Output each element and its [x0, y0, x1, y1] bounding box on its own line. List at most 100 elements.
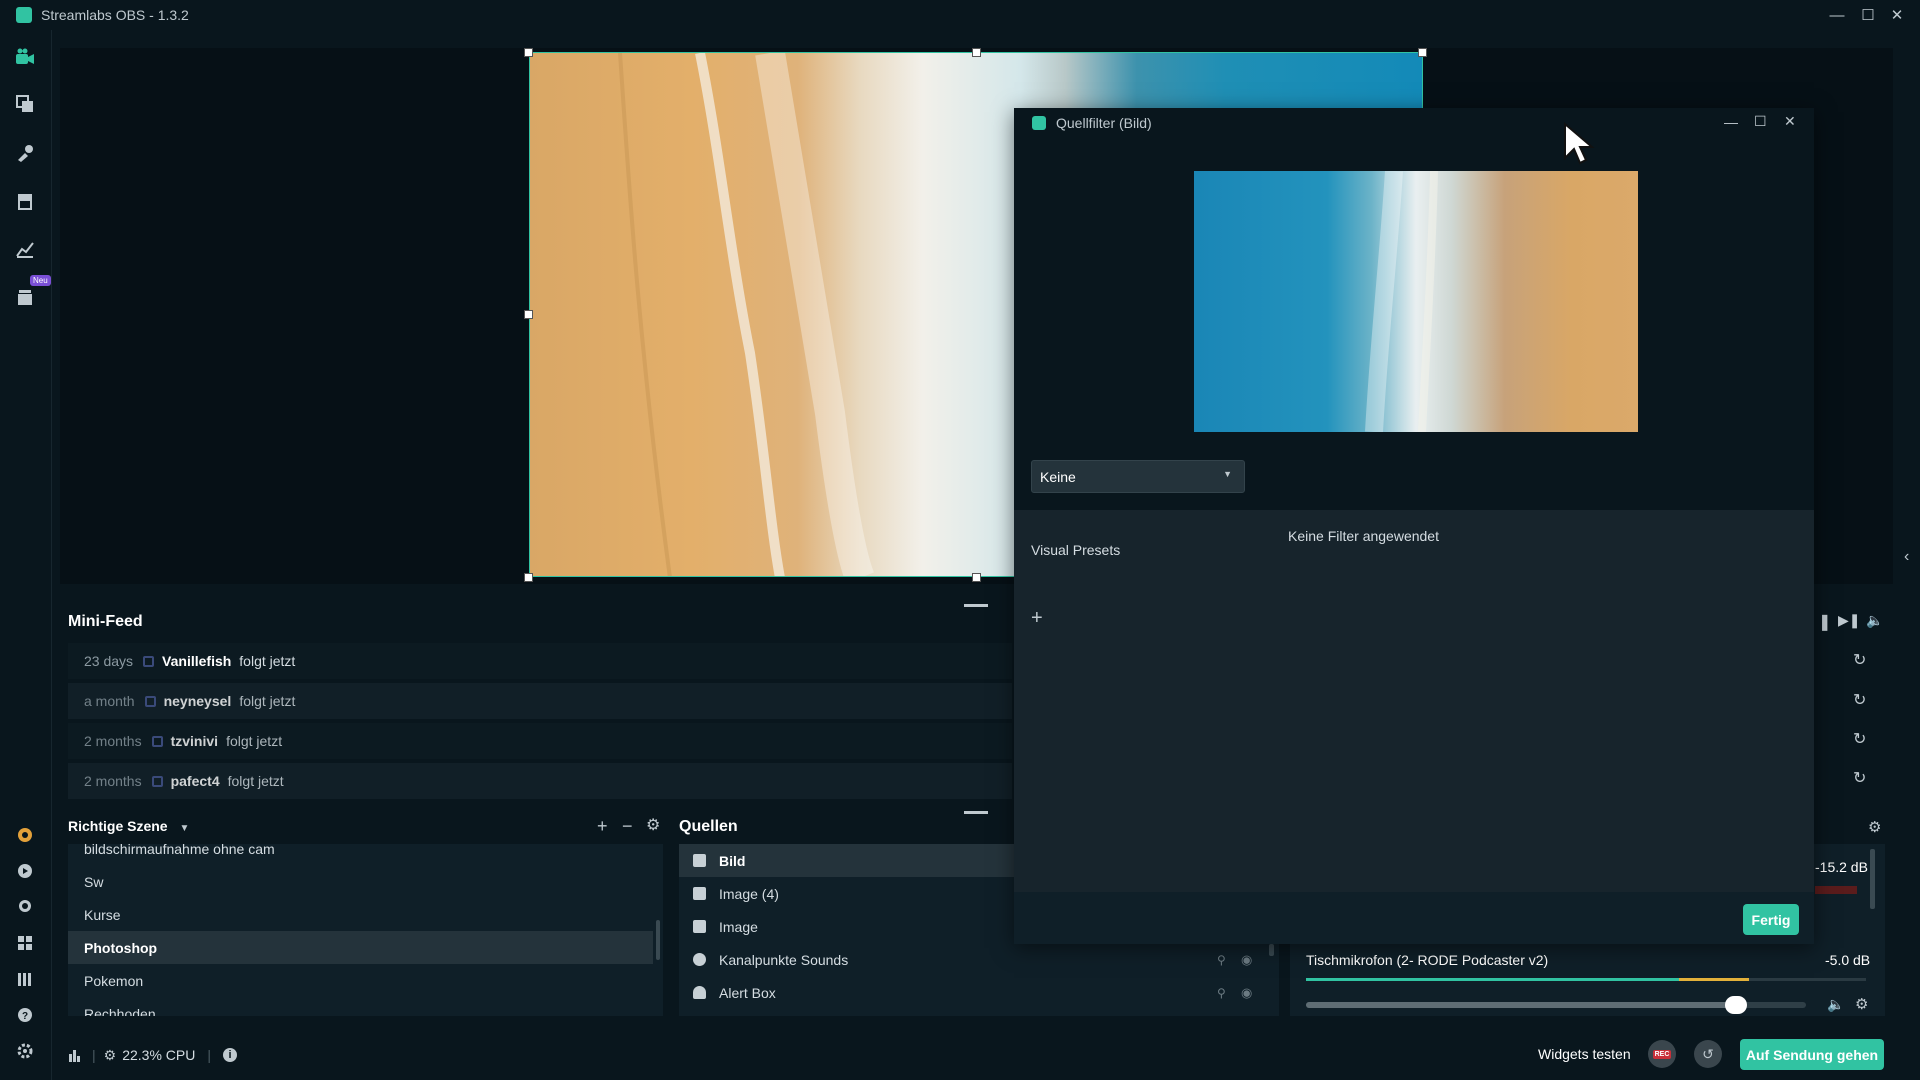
- repeat-icon[interactable]: ↻: [1853, 690, 1866, 710]
- dialog-title-bar: Quellfilter (Bild) — ☐ ✕: [1014, 108, 1814, 138]
- store-icon[interactable]: [14, 190, 36, 212]
- feed-item: 2 months pafect4 folgt jetzt: [68, 763, 1012, 799]
- scrollbar[interactable]: [1870, 849, 1875, 909]
- mixer-settings-gear-icon[interactable]: ⚙: [1855, 995, 1868, 1013]
- layouts-icon[interactable]: [14, 93, 36, 115]
- repeat-icon[interactable]: ↻: [1853, 768, 1866, 788]
- scene-item[interactable]: Pokemon: [68, 964, 653, 997]
- skip-icon[interactable]: ▶❚: [1838, 612, 1861, 629]
- feed-time: 2 months: [84, 733, 142, 749]
- new-badge: Neu: [30, 275, 51, 286]
- studio-camera-icon[interactable]: [14, 46, 36, 68]
- visual-presets-select[interactable]: Keine ▼: [1031, 460, 1245, 493]
- source-item[interactable]: Alert Box ⚲ ◉: [679, 976, 1279, 1009]
- close-icon[interactable]: ✕: [1886, 4, 1908, 26]
- info-icon[interactable]: i: [223, 1048, 237, 1062]
- widgets-test-button[interactable]: Widgets testen: [1538, 1046, 1631, 1062]
- repeat-icon[interactable]: ↻: [1853, 650, 1866, 670]
- source-label: Alert Box: [719, 984, 776, 1001]
- volume-icon[interactable]: 🔈: [1866, 612, 1883, 629]
- pause-icon[interactable]: ❚: [1818, 612, 1831, 632]
- dialog-maximize-icon[interactable]: ☐: [1754, 113, 1767, 130]
- scene-collection-dropdown[interactable]: Richtige Szene ▼: [68, 818, 189, 834]
- feed-action: folgt jetzt: [239, 693, 296, 709]
- chevron-left-icon[interactable]: ‹: [1904, 548, 1909, 566]
- stats-bar-icon[interactable]: [68, 1048, 82, 1062]
- lock-icon[interactable]: ⚲: [1217, 986, 1226, 1000]
- visibility-eye-icon[interactable]: ◉: [1241, 985, 1252, 1001]
- visual-presets-value: Keine: [1040, 468, 1076, 485]
- dialog-minimize-icon[interactable]: —: [1724, 114, 1738, 130]
- add-scene-icon[interactable]: +: [597, 817, 608, 835]
- lock-icon[interactable]: ⚲: [1217, 953, 1226, 967]
- maximize-icon[interactable]: ☐: [1857, 4, 1879, 26]
- twitch-icon: [143, 655, 155, 667]
- image-icon: [693, 854, 706, 867]
- help-icon[interactable]: ?: [14, 1004, 36, 1026]
- scrollbar[interactable]: [656, 920, 660, 960]
- resize-handle[interactable]: [972, 573, 981, 582]
- globe-icon: [693, 953, 706, 966]
- resize-handle[interactable]: [972, 48, 981, 57]
- chevron-down-icon: ▼: [179, 823, 190, 834]
- resize-handle[interactable]: [524, 48, 533, 57]
- feed-action: folgt jetzt: [239, 653, 296, 669]
- done-button[interactable]: Fertig: [1743, 904, 1799, 935]
- mic-volume-slider[interactable]: [1306, 996, 1806, 1014]
- minifeed-title: Mini-Feed: [68, 613, 143, 630]
- dialog-close-icon[interactable]: ✕: [1784, 113, 1796, 130]
- source-label: Kanalpunkte Sounds: [719, 951, 849, 968]
- mic-channel-name: Tischmikrofon (2- RODE Podcaster v2): [1306, 952, 1549, 968]
- feed-user: pafect4: [170, 773, 220, 789]
- slider-handle[interactable]: [1725, 996, 1747, 1014]
- cpu-gear-icon: ⚙: [103, 1046, 117, 1063]
- resize-handle[interactable]: [1418, 48, 1427, 57]
- scene-label: Kurse: [84, 906, 121, 923]
- mute-speaker-icon[interactable]: 🔈: [1827, 996, 1844, 1013]
- resize-handle[interactable]: [524, 573, 533, 582]
- go-live-button[interactable]: Auf Sendung gehen: [1740, 1039, 1884, 1070]
- feed-action: folgt jetzt: [226, 733, 283, 749]
- scene-item-active[interactable]: Photoshop: [68, 931, 653, 964]
- scene-item[interactable]: Rechhoden: [68, 997, 653, 1017]
- scene-item[interactable]: bildschirmaufnahme ohne cam: [68, 844, 653, 865]
- mixer-gear-icon[interactable]: ⚙: [1868, 818, 1881, 836]
- scene-label: Rechhoden: [84, 1005, 156, 1017]
- dashboard-icon[interactable]: [14, 932, 36, 954]
- meter-yellow: [1679, 978, 1749, 981]
- minimize-icon[interactable]: —: [1826, 4, 1848, 26]
- scene-item[interactable]: Sw: [68, 865, 653, 898]
- source-label: Image: [719, 918, 758, 935]
- source-item[interactable]: Kanalpunkte Sounds ⚲ ◉: [679, 943, 1279, 976]
- resize-handle[interactable]: [524, 310, 533, 319]
- scene-settings-gear-icon[interactable]: ⚙: [646, 818, 660, 834]
- analytics-icon[interactable]: [14, 238, 36, 260]
- feed-user: Vanillefish: [162, 653, 232, 669]
- prime-icon[interactable]: [14, 824, 36, 846]
- scene-item[interactable]: Kurse: [68, 898, 653, 931]
- top-channel-level: -15.2 dB: [1815, 859, 1868, 875]
- add-filter-icon[interactable]: +: [1031, 608, 1043, 628]
- bell-icon: [693, 986, 706, 999]
- replay-buffer-icon[interactable]: ↺: [1694, 1040, 1722, 1068]
- scene-collection-label: Richtige Szene: [68, 818, 168, 834]
- scrollbar[interactable]: [1269, 944, 1274, 956]
- scene-label: bildschirmaufnahme ohne cam: [84, 844, 275, 857]
- visual-presets-label: Visual Presets: [1031, 542, 1121, 558]
- chat-icon[interactable]: [14, 896, 36, 918]
- themes-icon[interactable]: [14, 142, 36, 164]
- sources-title: Quellen: [679, 818, 738, 835]
- library-icon[interactable]: [14, 968, 36, 990]
- filter-preview: [1014, 138, 1814, 510]
- settings-gear-icon[interactable]: [14, 1040, 36, 1062]
- highlighter-icon[interactable]: [14, 286, 36, 308]
- record-button[interactable]: REC: [1648, 1040, 1676, 1068]
- tips-icon[interactable]: [14, 860, 36, 882]
- collapse-handle[interactable]: [964, 811, 988, 814]
- remove-scene-icon[interactable]: −: [622, 817, 633, 835]
- svg-text:?: ?: [22, 1011, 28, 1022]
- repeat-icon[interactable]: ↻: [1853, 729, 1866, 749]
- collapse-handle[interactable]: [964, 604, 988, 607]
- visibility-eye-icon[interactable]: ◉: [1241, 952, 1252, 968]
- feed-item: 23 days Vanillefish folgt jetzt: [68, 643, 1012, 679]
